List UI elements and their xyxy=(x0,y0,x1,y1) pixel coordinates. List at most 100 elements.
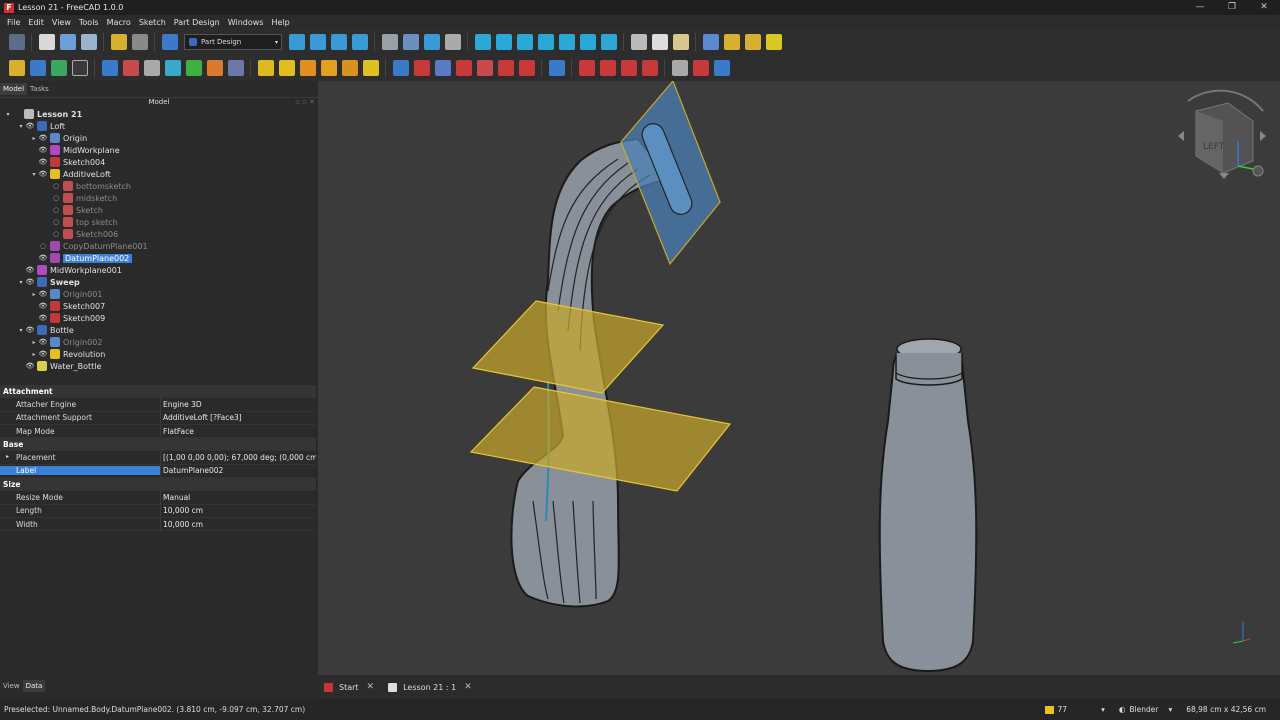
groove-icon[interactable] xyxy=(434,60,451,76)
tree-item[interactable]: 👁 MidWorkplane xyxy=(0,144,316,156)
menu-sketch[interactable]: Sketch xyxy=(135,18,170,27)
visibility-eye-icon[interactable]: ◌ xyxy=(51,218,61,226)
menu-file[interactable]: File xyxy=(3,18,24,27)
visibility-eye-icon[interactable]: 👁 xyxy=(38,170,48,178)
tree-item[interactable]: ▾ 👁 Loft xyxy=(0,120,316,132)
datum-line-icon[interactable] xyxy=(164,60,181,76)
subtractive-loft-icon[interactable] xyxy=(455,60,472,76)
tree-item[interactable]: ▸ 👁 Origin001 xyxy=(0,288,316,300)
visibility-eye-icon[interactable]: 👁 xyxy=(25,266,35,274)
tree-item[interactable]: ◌ CopyDatumPlane001 xyxy=(0,240,316,252)
chamfer-icon[interactable] xyxy=(599,60,616,76)
shape-binder-icon[interactable] xyxy=(29,60,46,76)
draw-style-icon[interactable] xyxy=(330,34,347,50)
datum-point-icon[interactable] xyxy=(143,60,160,76)
redo-icon[interactable] xyxy=(131,34,148,50)
zoom-icon[interactable] xyxy=(423,34,440,50)
property-row[interactable]: Resize Mode Manual xyxy=(0,491,316,505)
tree-item[interactable]: ▾ 👁 AdditiveLoft xyxy=(0,168,316,180)
sketch-view-icon[interactable] xyxy=(444,34,461,50)
tree-item[interactable]: ◌ top sketch xyxy=(0,216,316,228)
navigation-cube[interactable]: LEFT xyxy=(1178,89,1266,179)
panel-controls[interactable]: ▫ ▫ ✕ xyxy=(295,98,315,106)
open-icon[interactable] xyxy=(59,34,76,50)
copy-icon[interactable] xyxy=(651,34,668,50)
visibility-eye-icon[interactable]: 👁 xyxy=(38,302,48,310)
undo-icon[interactable] xyxy=(110,34,127,50)
macro-execute-icon[interactable] xyxy=(765,34,782,50)
visibility-eye-icon[interactable]: 👁 xyxy=(38,350,48,358)
expand-arrow-icon[interactable]: ▾ xyxy=(17,279,25,286)
tab-view[interactable]: View xyxy=(0,680,23,692)
create-sketch-icon[interactable] xyxy=(101,60,118,76)
menu-part-design[interactable]: Part Design xyxy=(170,18,224,27)
view-right-icon[interactable] xyxy=(537,34,554,50)
tree-item[interactable]: 👁 DatumPlane002 xyxy=(0,252,316,264)
thickness-icon[interactable] xyxy=(641,60,658,76)
property-group[interactable]: Size xyxy=(0,478,316,492)
create-body-icon[interactable] xyxy=(8,60,25,76)
macro-record-icon[interactable] xyxy=(702,34,719,50)
clone-icon[interactable] xyxy=(50,60,67,76)
save-icon[interactable] xyxy=(80,34,97,50)
subtractive-helix-icon[interactable] xyxy=(497,60,514,76)
expand-arrow-icon[interactable]: ▸ xyxy=(30,291,38,298)
property-group[interactable]: Base xyxy=(0,438,316,452)
property-value[interactable]: [(1,00 0,00 0,00); 67,000 deg; (0,000 cm… xyxy=(160,451,316,464)
tree-item[interactable]: ◌ Sketch006 xyxy=(0,228,316,240)
property-value[interactable]: FlatFace xyxy=(160,424,316,438)
expand-arrow-icon[interactable]: ▾ xyxy=(4,111,12,118)
menu-tools[interactable]: Tools xyxy=(75,18,103,27)
expand-arrow-icon[interactable]: ▸ xyxy=(30,351,38,358)
expand-arrow-icon[interactable]: ▾ xyxy=(30,171,38,178)
close-icon[interactable]: ✕ xyxy=(367,682,375,692)
visibility-eye-icon[interactable]: 👁 xyxy=(38,314,48,322)
additive-helix-icon[interactable] xyxy=(341,60,358,76)
expand-arrow-icon[interactable]: ▸ xyxy=(30,135,38,142)
tree-item[interactable]: ▾ 👁 Sweep xyxy=(0,276,316,288)
refresh-icon[interactable] xyxy=(161,34,178,50)
tree-item[interactable]: 👁 Sketch007 xyxy=(0,300,316,312)
expand-arrow-icon[interactable]: ▸ xyxy=(6,453,9,460)
visibility-eye-icon[interactable]: 👁 xyxy=(25,326,35,334)
new-document-icon[interactable] xyxy=(38,34,55,50)
property-value[interactable]: AdditiveLoft [?Face3] xyxy=(160,411,316,424)
tree-item[interactable]: 👁 Water_Bottle xyxy=(0,360,316,372)
additive-primitive-icon[interactable] xyxy=(362,60,379,76)
workbench-selector[interactable]: Part Design ▾ xyxy=(184,34,282,50)
tree-item[interactable]: ◌ Sketch xyxy=(0,204,316,216)
view-top-icon[interactable] xyxy=(516,34,533,50)
menu-view[interactable]: View xyxy=(48,18,75,27)
sub-shape-binder-icon[interactable] xyxy=(227,60,244,76)
visibility-eye-icon[interactable]: 👁 xyxy=(25,122,35,130)
doc-tab-lesson[interactable]: Lesson 21 : 1 ✕ xyxy=(388,682,472,692)
macro-stop-icon[interactable] xyxy=(723,34,740,50)
pad-icon[interactable] xyxy=(257,60,274,76)
braces-icon[interactable] xyxy=(71,60,88,76)
visibility-eye-icon[interactable]: 👁 xyxy=(38,254,48,262)
property-value[interactable]: Manual xyxy=(160,491,316,504)
tree-item[interactable]: ▾ Lesson 21 xyxy=(0,108,316,120)
pocket-icon[interactable] xyxy=(392,60,409,76)
minimize-button[interactable]: — xyxy=(1184,0,1216,15)
property-row[interactable]: Map Mode FlatFace xyxy=(0,424,316,439)
tree-item[interactable]: ▸ 👁 Origin xyxy=(0,132,316,144)
tree-item[interactable]: 👁 Sketch004 xyxy=(0,156,316,168)
property-value[interactable]: 10,000 cm xyxy=(160,517,316,531)
subtractive-primitive-icon[interactable] xyxy=(518,60,535,76)
fit-selection-icon[interactable] xyxy=(309,34,326,50)
draft-icon[interactable] xyxy=(620,60,637,76)
additive-loft-icon[interactable] xyxy=(299,60,316,76)
whats-this-icon[interactable] xyxy=(8,34,25,50)
boolean-union-icon[interactable] xyxy=(713,60,730,76)
menu-help[interactable]: Help xyxy=(267,18,293,27)
hole-icon[interactable] xyxy=(413,60,430,76)
revolution-icon[interactable] xyxy=(278,60,295,76)
tab-tasks[interactable]: Tasks xyxy=(27,83,52,95)
visibility-eye-icon[interactable]: 👁 xyxy=(38,146,48,154)
visibility-eye-icon[interactable]: 👁 xyxy=(38,134,48,142)
3d-viewport[interactable]: LEFT xyxy=(318,81,1280,675)
tree-item[interactable]: 👁 Sketch009 xyxy=(0,312,316,324)
restore-button[interactable]: ❐ xyxy=(1216,0,1248,15)
visibility-eye-icon[interactable]: ◌ xyxy=(51,230,61,238)
